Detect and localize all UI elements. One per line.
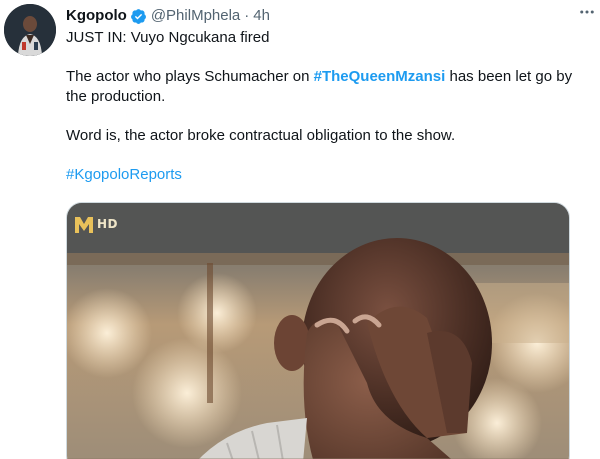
tweet-line-headline: JUST IN: Vuyo Ngcukana fired <box>66 29 270 46</box>
tweet-media-image[interactable]: HD <box>66 202 570 459</box>
tweet: Kgopolo @PhilMphela · 4h JUST IN: Vuyo N… <box>0 0 600 459</box>
separator-dot: · <box>244 7 250 24</box>
tweet-paragraph-3: Word is, the actor broke contractual obl… <box>66 127 456 144</box>
hashtag-kgopoloreports[interactable]: #KgopoloReports <box>66 165 586 185</box>
hashtag-kgopoloreports-label[interactable]: #KgopoloReports <box>66 166 182 183</box>
tweet-header: Kgopolo @PhilMphela · 4h <box>66 6 586 26</box>
more-horizontal-icon <box>580 10 594 14</box>
hd-badge: HD <box>97 217 119 231</box>
tweet-paragraph-2: The actor who plays Schumacher on #TheQu… <box>66 67 586 107</box>
timestamp[interactable]: 4h <box>253 6 270 26</box>
channel-logo: HD <box>73 213 118 235</box>
more-options-button[interactable] <box>576 2 598 22</box>
mzansi-magic-logo-icon <box>75 217 93 233</box>
hashtag-thequeenmzansi[interactable]: #TheQueenMzansi <box>314 68 446 85</box>
tweet-content: Kgopolo @PhilMphela · 4h JUST IN: Vuyo N… <box>66 6 586 459</box>
paragraph-2-text-start: The actor who plays Schumacher on <box>66 68 314 85</box>
verified-badge-icon <box>130 8 146 24</box>
handle[interactable]: @PhilMphela <box>151 6 240 26</box>
tweet-text: JUST IN: Vuyo Ngcukana fired The actor w… <box>66 28 586 185</box>
avatar-photo <box>4 4 56 56</box>
display-name[interactable]: Kgopolo <box>66 6 127 26</box>
media-photo <box>67 203 569 459</box>
avatar[interactable] <box>4 4 56 56</box>
